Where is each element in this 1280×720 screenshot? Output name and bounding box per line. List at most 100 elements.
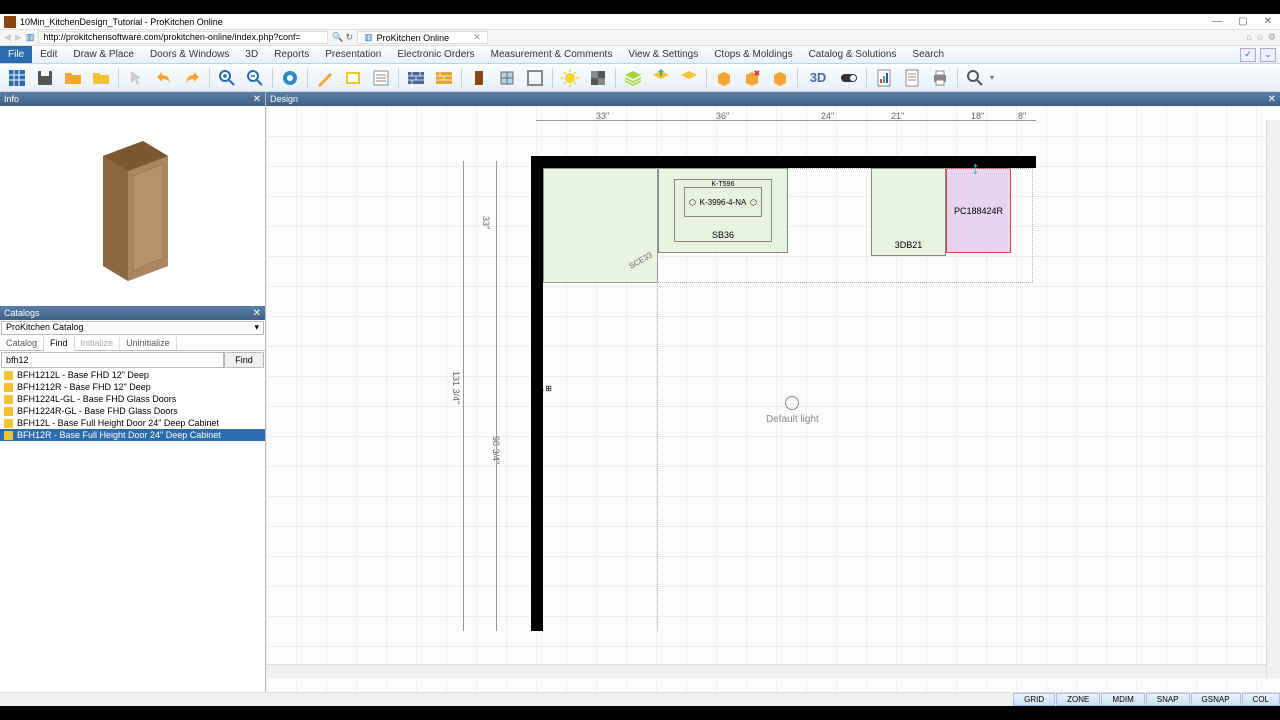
catalog-panel-title: Catalogs — [4, 308, 40, 318]
design-canvas[interactable]: 33" 36" 24" 21" 18" 8" 33" 131 3/4" 98 3… — [266, 106, 1280, 692]
status-snap[interactable]: SNAP — [1146, 693, 1190, 706]
light-label: Default light — [766, 414, 819, 425]
pointer-button[interactable] — [123, 66, 149, 90]
opening-button[interactable] — [522, 66, 548, 90]
wall-horizontal[interactable] — [531, 156, 1036, 168]
texture-button[interactable] — [585, 66, 611, 90]
tab-close-icon[interactable]: ✕ — [473, 32, 481, 43]
layer-down-button[interactable] — [676, 66, 702, 90]
cabinet-corner[interactable] — [543, 168, 658, 283]
status-grid[interactable]: GRID — [1013, 693, 1055, 706]
redo-button[interactable] — [179, 66, 205, 90]
design-panel-close[interactable]: ✕ — [1268, 94, 1276, 105]
settings-gear-button[interactable] — [277, 66, 303, 90]
grid-toggle-button[interactable] — [4, 66, 30, 90]
catalog-search-input[interactable] — [1, 352, 224, 368]
zoom-in-button[interactable] — [214, 66, 240, 90]
info-panel-close[interactable]: ✕ — [253, 94, 261, 105]
status-mdim[interactable]: MDIM — [1101, 693, 1144, 706]
layers-button[interactable] — [620, 66, 646, 90]
box-edit-button[interactable] — [767, 66, 793, 90]
undo-button[interactable] — [151, 66, 177, 90]
zoom-out-button[interactable] — [242, 66, 268, 90]
close-button[interactable]: ✕ — [1260, 16, 1276, 27]
menu-reports[interactable]: Reports — [266, 46, 317, 63]
back-icon[interactable]: ◀ — [4, 32, 11, 43]
catalog-tab-catalog[interactable]: Catalog — [0, 336, 44, 350]
cabinet-sb36[interactable]: ⬡K-3996-4-NA⬡ K-T596 SB36 — [658, 168, 788, 253]
report-list-button[interactable] — [899, 66, 925, 90]
toggle-button[interactable] — [836, 66, 862, 90]
status-gsnap[interactable]: GSNAP — [1191, 693, 1241, 706]
menu-search[interactable]: Search — [904, 46, 952, 63]
box-add-button[interactable] — [711, 66, 737, 90]
maximize-button[interactable]: ▢ — [1234, 16, 1251, 27]
window-title: 10Min_KitchenDesign_Tutorial - ProKitche… — [20, 17, 223, 27]
catalog-panel: ProKitchen Catalog▾ Catalog Find Initial… — [0, 320, 265, 706]
menu-doors-windows[interactable]: Doors & Windows — [142, 46, 237, 63]
forward-icon[interactable]: ▶ — [15, 32, 22, 43]
draw-button[interactable] — [312, 66, 338, 90]
result-item[interactable]: BFH12L - Base Full Height Door 24" Deep … — [0, 417, 265, 429]
view-3d-button[interactable]: 3D — [802, 66, 834, 90]
result-item[interactable]: BFH1224L-GL - Base FHD Glass Doors — [0, 393, 265, 405]
folder-button[interactable] — [88, 66, 114, 90]
list-button[interactable] — [368, 66, 394, 90]
menu-view-settings[interactable]: View & Settings — [620, 46, 706, 63]
minimize-button[interactable]: — — [1208, 16, 1226, 27]
catalog-tab-initialize[interactable]: Initialize — [75, 336, 121, 350]
result-item[interactable]: BFH1212R - Base FHD 12" Deep — [0, 381, 265, 393]
menu-measurement-comments[interactable]: Measurement & Comments — [483, 46, 621, 63]
box-remove-button[interactable] — [739, 66, 765, 90]
layer-up-button[interactable] — [648, 66, 674, 90]
door-button[interactable] — [466, 66, 492, 90]
browser-tab[interactable]: ▥ ProKitchen Online ✕ — [357, 31, 488, 44]
menu-electronic-orders[interactable]: Electronic Orders — [389, 46, 482, 63]
resize-arrow-icon[interactable]: ↕ — [971, 158, 980, 179]
dimension-button[interactable] — [340, 66, 366, 90]
fav-icon[interactable]: ☆ — [1256, 32, 1264, 43]
default-light[interactable]: Default light — [766, 396, 819, 425]
status-col[interactable]: COL — [1242, 693, 1280, 706]
search-tool-button[interactable] — [962, 66, 988, 90]
cabinet-pc[interactable]: PC188424R — [946, 168, 1011, 253]
menu-catalog-solutions[interactable]: Catalog & Solutions — [801, 46, 905, 63]
result-item[interactable]: BFH1212L - Base FHD 12" Deep — [0, 369, 265, 381]
menu-file[interactable]: File — [0, 46, 32, 63]
status-zone[interactable]: ZONE — [1056, 693, 1100, 706]
search-icon[interactable]: 🔍 — [332, 32, 343, 43]
menu-3d[interactable]: 3D — [237, 46, 266, 63]
result-item-selected[interactable]: BFH12R - Base Full Height Door 24" Deep … — [0, 429, 265, 441]
light-button[interactable] — [557, 66, 583, 90]
refresh-icon[interactable]: ↻ — [346, 32, 354, 43]
url-input[interactable]: http://prokitchensoftware.com/prokitchen… — [38, 31, 328, 44]
catalog-tab-uninitialize[interactable]: Uninitialize — [120, 336, 177, 350]
menu-ctops-moldings[interactable]: Ctops & Moldings — [706, 46, 800, 63]
catalog-tab-find[interactable]: Find — [44, 336, 75, 351]
print-button[interactable] — [927, 66, 953, 90]
menu-presentation[interactable]: Presentation — [317, 46, 389, 63]
save-button[interactable] — [32, 66, 58, 90]
cabinet-label: 3DB21 — [895, 240, 923, 250]
scrollbar-horizontal[interactable] — [266, 664, 1266, 678]
window-button[interactable] — [494, 66, 520, 90]
catalog-dropdown[interactable]: ProKitchen Catalog▾ — [1, 321, 264, 335]
home-icon[interactable]: ⌂ — [1246, 32, 1251, 43]
menu-edit[interactable]: Edit — [32, 46, 65, 63]
item-icon — [4, 383, 13, 392]
scrollbar-vertical[interactable] — [1266, 120, 1280, 678]
menu-dropdown-button[interactable]: ⌄ — [1260, 48, 1276, 62]
menu-draw-place[interactable]: Draw & Place — [65, 46, 142, 63]
statusbar: GRID ZONE MDIM SNAP GSNAP COL — [0, 692, 1280, 706]
wall-button[interactable] — [403, 66, 429, 90]
cabinet-3db21[interactable]: 3DB21 — [871, 168, 946, 256]
item-icon — [4, 395, 13, 404]
open-folder-button[interactable] — [60, 66, 86, 90]
result-item[interactable]: BFH1224R-GL - Base FHD Glass Doors — [0, 405, 265, 417]
catalog-find-button[interactable]: Find — [224, 352, 264, 368]
report-button[interactable] — [871, 66, 897, 90]
menu-check-button[interactable]: ✓ — [1240, 48, 1256, 62]
wall-pattern-button[interactable] — [431, 66, 457, 90]
settings-icon[interactable]: ⚙ — [1268, 32, 1276, 43]
catalog-panel-close[interactable]: ✕ — [253, 308, 261, 319]
